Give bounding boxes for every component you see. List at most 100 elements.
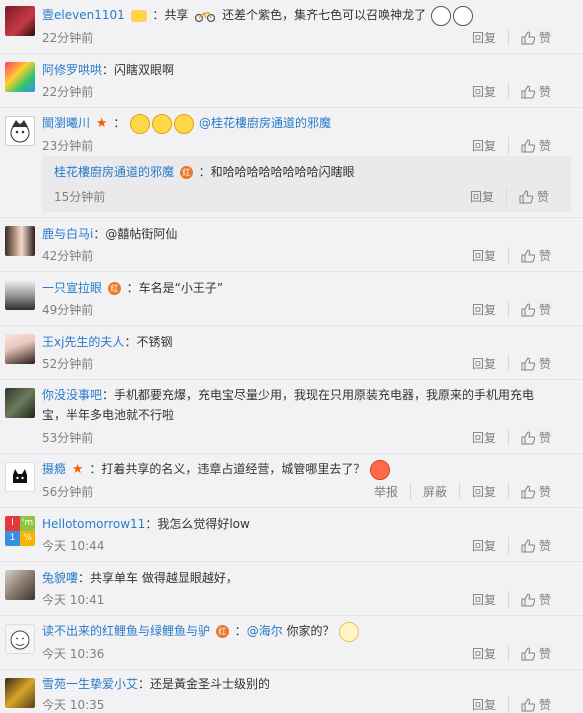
like-button[interactable]: 赞 (507, 591, 563, 608)
like-label: 赞 (536, 190, 549, 204)
timestamp: 56分钟前 (42, 485, 94, 499)
block-button[interactable]: 屏蔽 (409, 483, 459, 500)
reply-button[interactable]: 回复 (460, 429, 508, 446)
reply-username[interactable]: 桂花樓廚房通道的邪魔 (54, 165, 174, 179)
comment-item: 摄瘾 ★ ：打着共享的名义，违章占道经营，城管哪里去了？ 56分钟前 举报 屏蔽… (0, 453, 583, 507)
username[interactable]: 读不出来的红鲤鱼与绿鲤鱼与驴 (42, 624, 210, 638)
reply-button[interactable]: 回复 (460, 696, 508, 713)
cartoon-face-icon (10, 120, 30, 143)
username[interactable]: 摄瘾 (42, 462, 66, 476)
like-button[interactable]: 赞 (507, 29, 563, 46)
star-icon: ★ (71, 462, 84, 477)
username[interactable]: 鹿与白马i (42, 227, 93, 241)
reply-button[interactable]: 回复 (458, 483, 508, 500)
thumb-up-icon (521, 592, 535, 606)
comment-item: 兔貌嘍：共享单车 做得越显眼越好， 今天 10:41 回复 赞 (0, 561, 583, 615)
username[interactable]: 壹eleven1101 (42, 8, 125, 22)
avatar[interactable] (5, 462, 35, 492)
avatar[interactable] (5, 62, 35, 92)
like-button[interactable]: 赞 (507, 83, 563, 100)
username[interactable]: 雪苑一生挚爱小艾 (42, 677, 138, 691)
username[interactable]: Hellotomorrow11 (42, 517, 145, 531)
star-icon: ★ (95, 116, 108, 131)
comment-actions: 回复 赞 (460, 645, 563, 662)
reply-button[interactable]: 回复 (460, 29, 508, 46)
vip-badge-icon (130, 9, 147, 22)
comment-actions: 回复 赞 (460, 29, 563, 46)
report-button[interactable]: 举报 (362, 483, 410, 500)
like-button[interactable]: 赞 (507, 355, 563, 372)
nested-reply: 桂花樓廚房通道的邪魔 红 ：和哈哈哈哈哈哈哈哈闪瞎眼 15分钟前 回复 赞 (42, 156, 571, 212)
like-label: 赞 (538, 485, 551, 499)
reply-button[interactable]: 回复 (460, 247, 508, 264)
comment-actions: 回复 赞 (460, 429, 563, 446)
avatar[interactable] (5, 334, 35, 364)
avatar[interactable] (5, 570, 35, 600)
like-button[interactable]: 赞 (505, 188, 561, 205)
timestamp: 今天 10:36 (42, 647, 105, 661)
avatar[interactable] (5, 116, 35, 146)
timestamp: 今天 10:35 (42, 698, 105, 712)
mention-link[interactable]: @海尔 (247, 624, 283, 638)
avatar[interactable] (5, 678, 35, 708)
thumb-up-icon (521, 138, 535, 152)
like-button[interactable]: 赞 (507, 696, 563, 713)
reply-button[interactable]: 回复 (460, 645, 508, 662)
like-button[interactable]: 赞 (507, 645, 563, 662)
reply-button[interactable]: 回复 (460, 301, 508, 318)
avatar[interactable] (5, 280, 35, 310)
like-button[interactable]: 赞 (507, 137, 563, 154)
comment-text-continued: 你家的？ (282, 624, 335, 638)
comment-item: I 'm 1 % Hellotomorrow11：我怎么觉得好low 今天 10… (0, 507, 583, 561)
reply-button[interactable]: 回复 (460, 83, 508, 100)
username[interactable]: 王xj先生的夫人 (42, 335, 124, 349)
timestamp: 22分钟前 (42, 85, 94, 99)
timestamp: 52分钟前 (42, 357, 94, 371)
avatar[interactable] (5, 624, 35, 654)
reply-button[interactable]: 回复 (458, 188, 506, 205)
comment-actions: 回复 赞 (460, 137, 563, 154)
doge-face-icon (452, 5, 473, 26)
username[interactable]: 兔貌嘍 (42, 571, 78, 585)
reply-button[interactable]: 回复 (460, 591, 508, 608)
avatar[interactable] (5, 6, 35, 36)
like-label: 赞 (538, 539, 551, 553)
username[interactable]: 阿修罗哄哄 (42, 63, 102, 77)
comment-item: 一只宣拉眼 红 ：车名是“小王子” 49分钟前 回复 赞 (0, 271, 583, 325)
thumb-up-icon (519, 189, 533, 203)
like-label: 赞 (538, 31, 551, 45)
grin-emoji-icon (174, 113, 195, 134)
comment-actions: 举报 屏蔽 回复 赞 (362, 483, 563, 500)
comment-item: 阿修罗哄哄：闪瞎双眼啊 22分钟前 回复 赞 (0, 53, 583, 107)
username[interactable]: 一只宣拉眼 (42, 281, 102, 295)
like-label: 赞 (538, 357, 551, 371)
like-label: 赞 (538, 698, 551, 712)
reply-button[interactable]: 回复 (460, 537, 508, 554)
angry-emoji-icon (370, 459, 391, 480)
comment-text: ：还是黃金圣斗士级别的 (138, 677, 271, 691)
comment-actions: 回复 赞 (460, 301, 563, 318)
thumb-up-icon (521, 430, 535, 444)
avatar[interactable] (5, 226, 35, 256)
reply-button[interactable]: 回复 (460, 137, 508, 154)
like-button[interactable]: 赞 (507, 247, 563, 264)
comment-text: ：打着共享的名义，违章占道经营，城管哪里去了？ (89, 462, 366, 476)
mention-link[interactable]: @桂花樓廚房通道的邪魔 (199, 116, 331, 130)
username[interactable]: 你没没事吧 (42, 388, 102, 402)
thumb-up-icon (521, 484, 535, 498)
like-button[interactable]: 赞 (507, 537, 563, 554)
comment-text: ：@囍帖街阿仙 (93, 227, 178, 241)
avatar[interactable] (5, 388, 35, 418)
like-button[interactable]: 赞 (507, 301, 563, 318)
timestamp: 今天 10:44 (42, 539, 105, 553)
cartoon-face-icon (10, 630, 30, 650)
comment-text-continued: 还差个紫色，集齐七色可以召唤神龙了 (222, 8, 427, 22)
avatar[interactable]: I 'm 1 % (5, 516, 35, 546)
reply-button[interactable]: 回复 (460, 355, 508, 372)
like-button[interactable]: 赞 (507, 483, 563, 500)
timestamp: 53分钟前 (42, 431, 94, 445)
comment-item: 王xj先生的夫人：不锈钢 52分钟前 回复 赞 (0, 325, 583, 379)
username[interactable]: 閩瀏曦川 (42, 116, 90, 130)
comment-actions: 回复 赞 (460, 591, 563, 608)
like-button[interactable]: 赞 (507, 429, 563, 446)
